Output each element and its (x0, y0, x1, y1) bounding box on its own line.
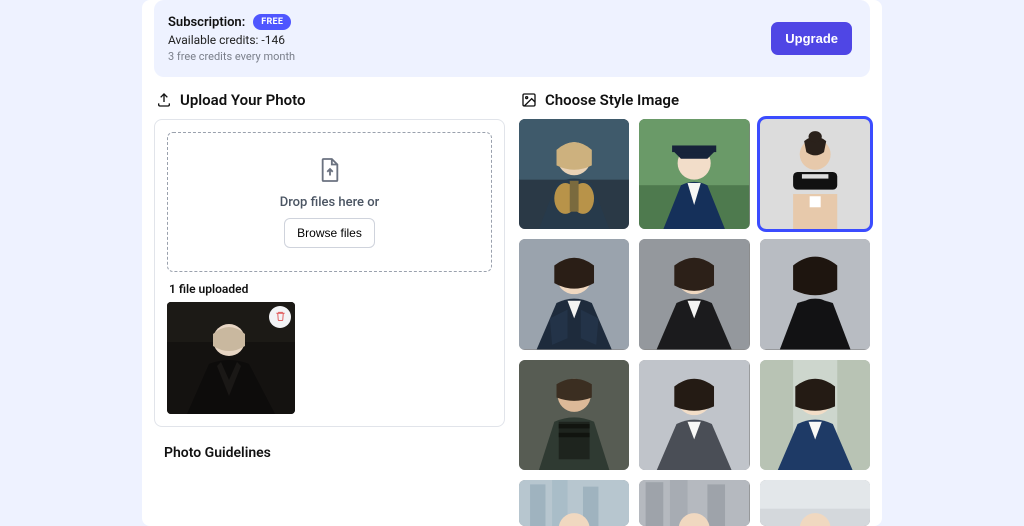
subscription-label: Subscription: (168, 15, 245, 30)
photo-guidelines-title: Photo Guidelines (164, 445, 505, 461)
upload-section-title: Upload Your Photo (156, 91, 505, 109)
subscription-info: Subscription: FREE Available credits: -1… (168, 14, 295, 63)
style-option[interactable] (760, 480, 870, 526)
style-option[interactable] (639, 239, 749, 349)
trash-icon (275, 310, 286, 325)
style-grid (519, 119, 870, 526)
upgrade-button[interactable]: Upgrade (771, 22, 852, 55)
style-option[interactable] (639, 119, 749, 229)
upload-panel: Drop files here or Browse files 1 file u… (154, 119, 505, 427)
delete-upload-button[interactable] (269, 306, 291, 328)
dropzone-text: Drop files here or (280, 195, 379, 210)
style-option[interactable] (760, 239, 870, 349)
dropzone[interactable]: Drop files here or Browse files (167, 132, 492, 272)
subscription-card: Subscription: FREE Available credits: -1… (154, 0, 870, 77)
file-upload-icon (319, 157, 341, 187)
styles-section-title: Choose Style Image (521, 91, 870, 109)
browse-files-button[interactable]: Browse files (284, 218, 375, 248)
style-option[interactable] (519, 360, 629, 470)
available-credits: Available credits: -146 (168, 33, 295, 47)
style-option[interactable] (519, 119, 629, 229)
style-option[interactable] (519, 239, 629, 349)
uploaded-count: 1 file uploaded (169, 282, 492, 296)
style-option[interactable] (760, 360, 870, 470)
upload-icon (156, 92, 172, 108)
image-icon (521, 92, 537, 108)
style-option[interactable] (760, 119, 870, 229)
style-option[interactable] (519, 480, 629, 526)
style-option[interactable] (639, 360, 749, 470)
uploaded-thumbnail[interactable] (167, 302, 295, 414)
credits-renewal-note: 3 free credits every month (168, 50, 295, 63)
style-option[interactable] (639, 480, 749, 526)
subscription-tier-badge: FREE (253, 14, 291, 30)
